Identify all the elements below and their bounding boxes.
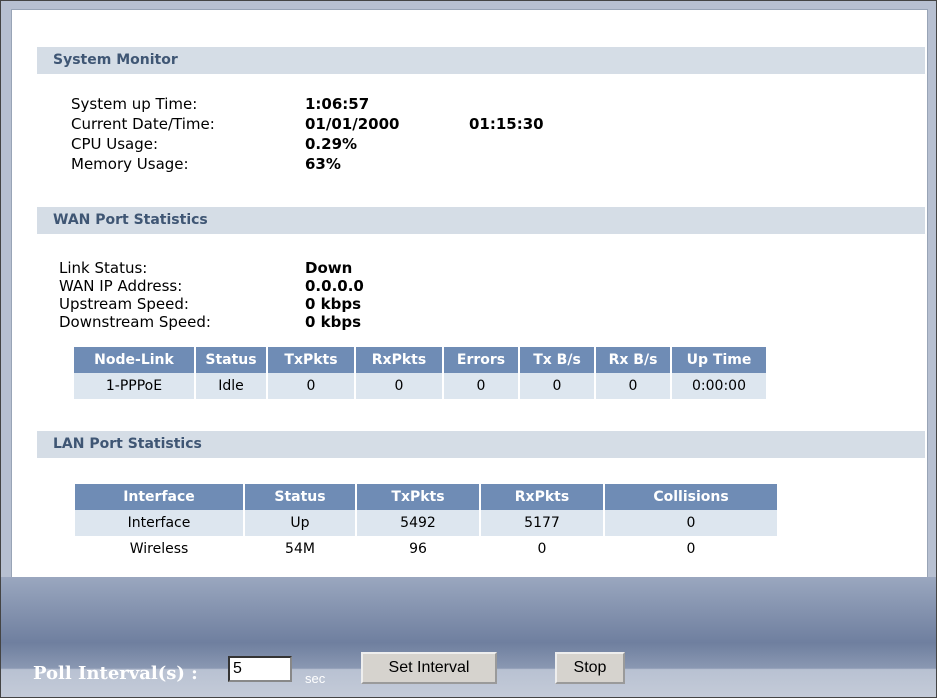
lan-port-statistics-header: LAN Port Statistics	[37, 431, 925, 458]
wan-cell-tx-bs: 0	[520, 373, 594, 399]
upstream-speed-value: 0 kbps	[305, 295, 362, 313]
lan-table: Interface Status TxPkts RxPkts Collision…	[73, 484, 779, 562]
lan-col-interface: Interface	[75, 484, 243, 510]
downstream-speed-label: Downstream Speed:	[59, 313, 211, 331]
lan-cell-rxpkts: 5177	[481, 510, 603, 536]
wan-values: Link Status: Down WAN IP Address: 0.0.0.…	[59, 259, 559, 339]
lan-col-txpkts: TxPkts	[357, 484, 479, 510]
wan-ip-address-value: 0.0.0.0	[305, 277, 364, 295]
lan-cell-collisions: 0	[605, 510, 777, 536]
link-status-label: Link Status:	[59, 259, 148, 277]
wan-cell-rxpkts: 0	[356, 373, 442, 399]
wan-cell-up-time: 0:00:00	[672, 373, 766, 399]
current-date-time-label: Current Date/Time:	[71, 115, 215, 133]
wan-col-errors: Errors	[444, 347, 518, 373]
window-frame: System Monitor System up Time: 1:06:57 C…	[0, 0, 937, 698]
wan-col-rx-bs: Rx B/s	[596, 347, 670, 373]
wan-cell-status: Idle	[196, 373, 266, 399]
lan-cell-status: 54M	[285, 541, 315, 557]
poll-interval-input[interactable]	[228, 656, 292, 682]
upstream-speed-label: Upstream Speed:	[59, 295, 189, 313]
lan-col-collisions: Collisions	[605, 484, 777, 510]
wan-cell-errors: 0	[444, 373, 518, 399]
lan-cell-txpkts: 5492	[357, 510, 479, 536]
lan-cell-txpkts: 96	[409, 541, 427, 557]
system-up-time-label: System up Time:	[71, 95, 198, 113]
lan-cell-rxpkts: 0	[537, 541, 547, 557]
lan-cell-collisions: 0	[686, 541, 696, 557]
system-monitor-values: System up Time: 1:06:57 Current Date/Tim…	[71, 95, 671, 175]
stop-button[interactable]: Stop	[555, 652, 625, 684]
memory-usage-label: Memory Usage:	[71, 155, 189, 173]
wan-col-status: Status	[196, 347, 266, 373]
system-monitor-header: System Monitor	[37, 47, 925, 74]
cpu-usage-label: CPU Usage:	[71, 135, 159, 153]
wan-table: Node-Link Status TxPkts RxPkts Errors Tx…	[72, 347, 768, 399]
current-time-value: 01:15:30	[469, 115, 544, 133]
poll-interval-unit: sec	[305, 671, 326, 686]
wan-col-tx-bs: Tx B/s	[520, 347, 594, 373]
set-interval-button[interactable]: Set Interval	[361, 652, 497, 684]
lan-col-rxpkts: RxPkts	[481, 484, 603, 510]
wan-cell-rx-bs: 0	[596, 373, 670, 399]
lan-cell-interface: Interface	[75, 510, 243, 536]
wan-col-node-link: Node-Link	[74, 347, 194, 373]
wan-cell-txpkts: 0	[268, 373, 354, 399]
lan-col-status: Status	[245, 484, 355, 510]
wan-port-statistics-header: WAN Port Statistics	[37, 207, 925, 234]
wan-col-rxpkts: RxPkts	[356, 347, 442, 373]
table-row: Wireless 54M 96 0 0	[75, 536, 777, 562]
poll-interval-label: Poll Interval(s) :	[33, 663, 198, 684]
downstream-speed-value: 0 kbps	[305, 313, 362, 331]
wan-cell-node-link: 1-PPPoE	[74, 373, 194, 399]
link-status-value: Down	[305, 259, 353, 277]
cpu-usage-value: 0.29%	[305, 135, 358, 153]
wan-ip-address-label: WAN IP Address:	[59, 277, 183, 295]
system-up-time-value: 1:06:57	[305, 95, 370, 113]
lan-cell-interface: Wireless	[129, 541, 189, 557]
wan-col-txpkts: TxPkts	[268, 347, 354, 373]
wan-table-header-row: Node-Link Status TxPkts RxPkts Errors Tx…	[74, 347, 766, 373]
current-date-value: 01/01/2000	[305, 115, 400, 133]
lan-table-header-row: Interface Status TxPkts RxPkts Collision…	[75, 484, 777, 510]
wan-col-up-time: Up Time	[672, 347, 766, 373]
memory-usage-value: 63%	[305, 155, 341, 173]
table-row: Interface Up 5492 5177 0	[75, 510, 777, 536]
table-row: 1-PPPoE Idle 0 0 0 0 0 0:00:00	[74, 373, 766, 399]
lan-cell-status: Up	[245, 510, 355, 536]
